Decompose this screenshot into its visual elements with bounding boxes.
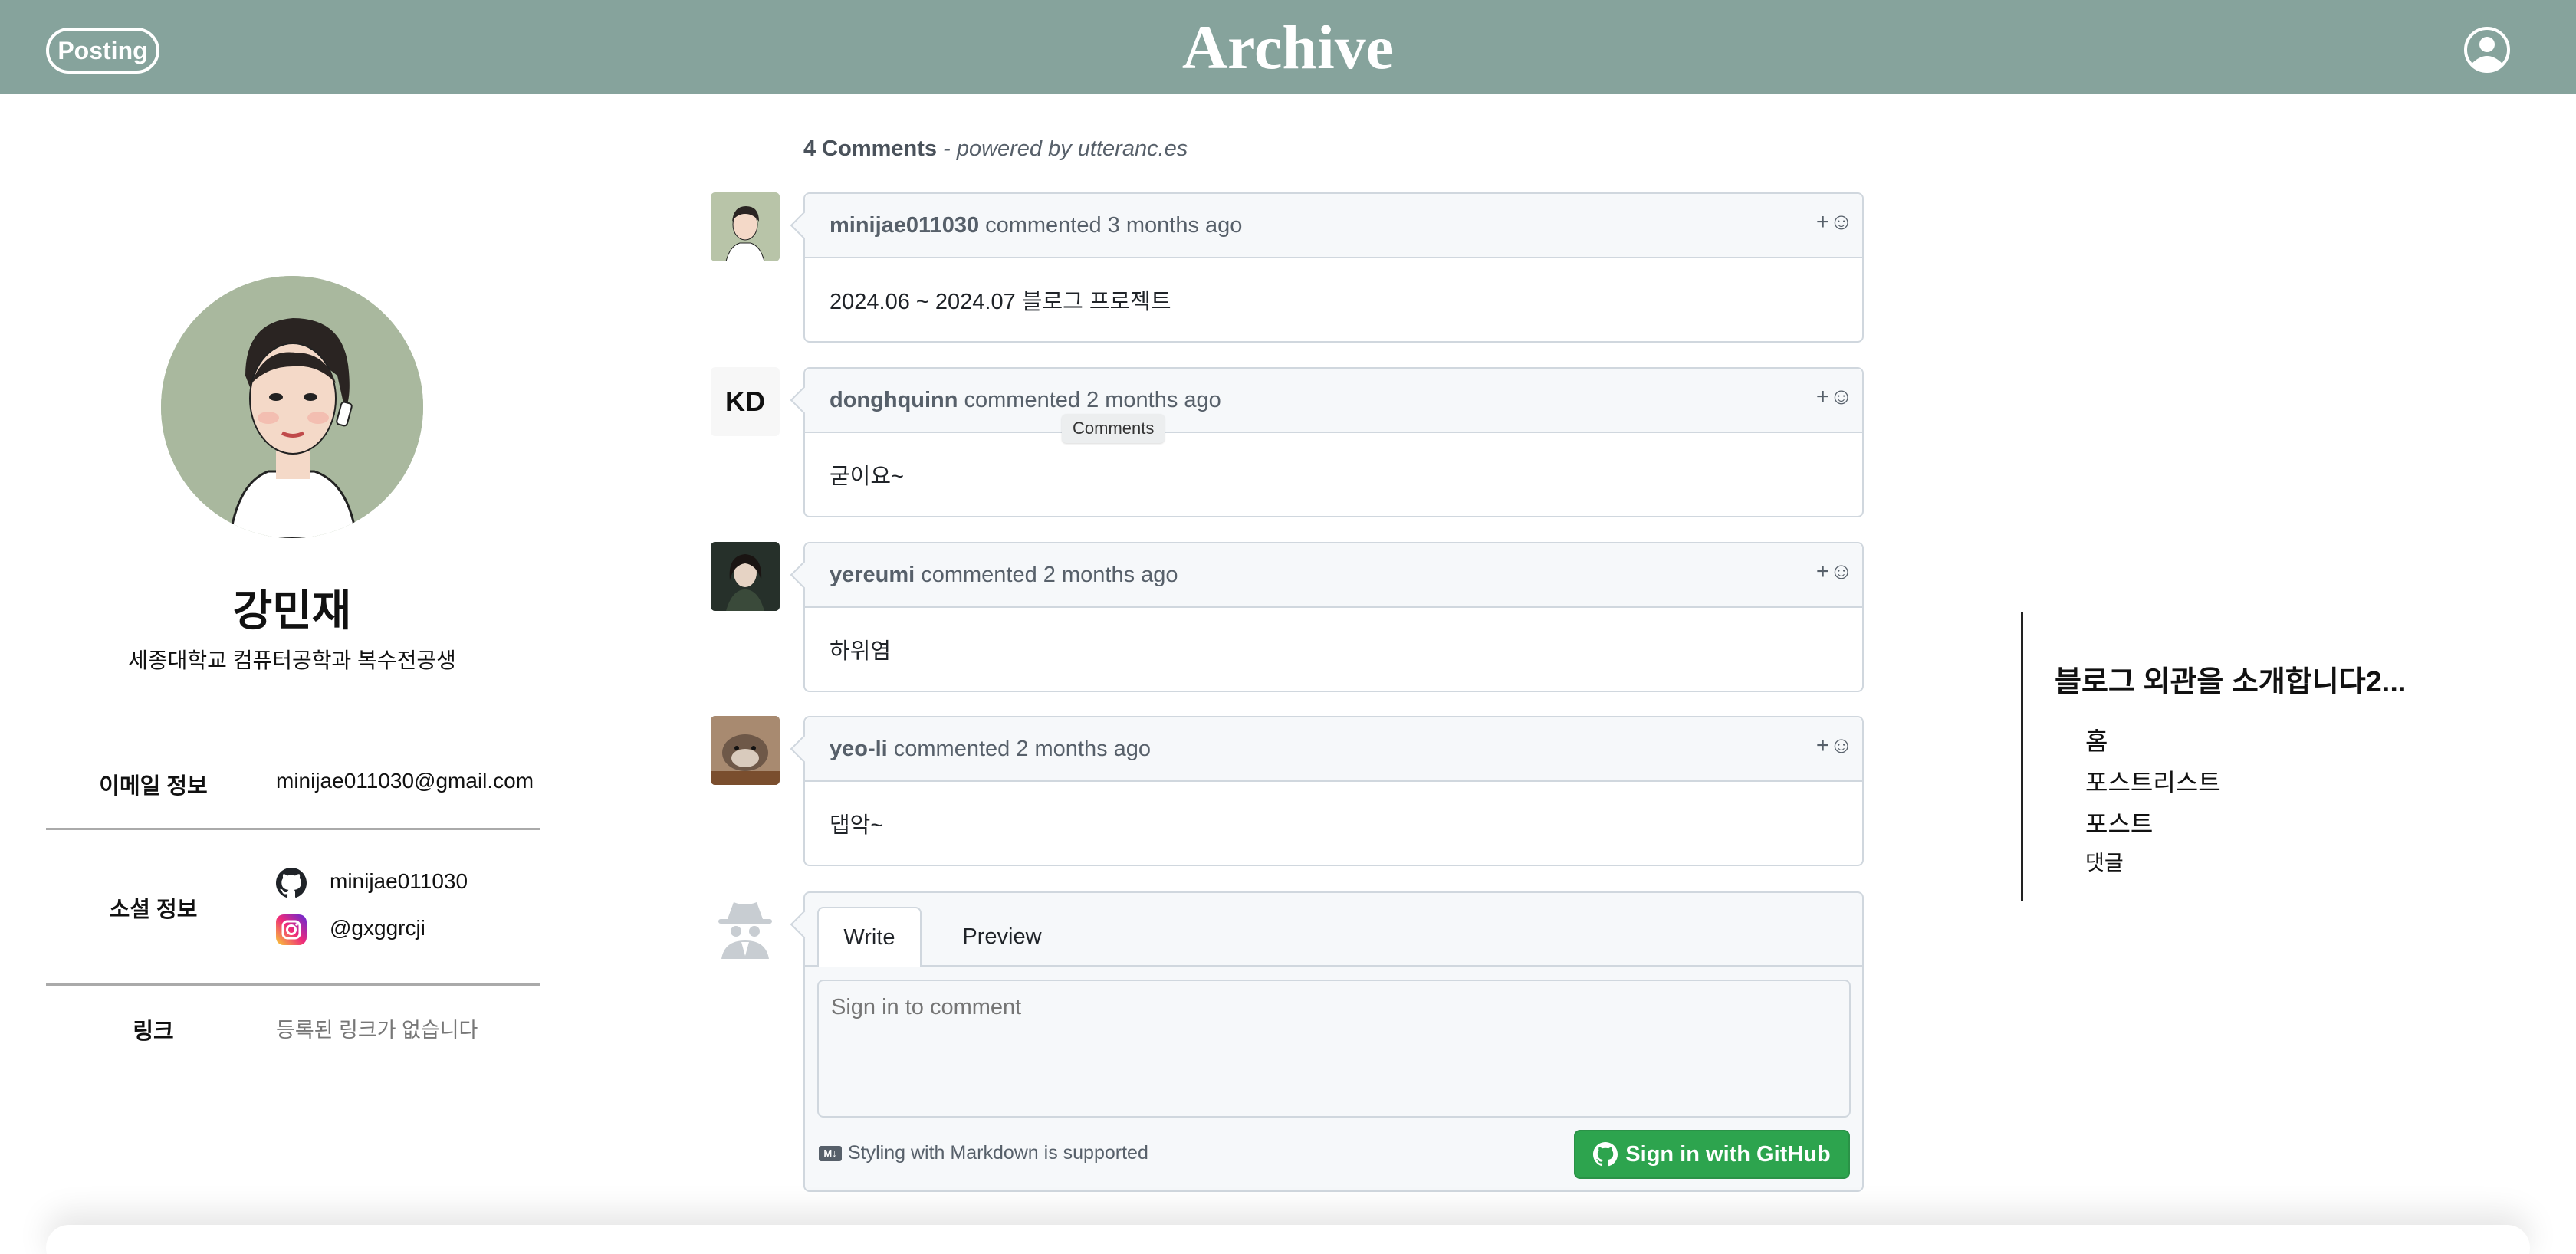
comments-count: 4 Comments xyxy=(803,136,938,161)
comment-card: yereumi commented 2 months ago +☺ 하위염 xyxy=(803,542,1864,692)
profile-name: 강민재 xyxy=(232,586,352,635)
commenter-avatar[interactable] xyxy=(711,542,780,611)
tab-preview[interactable]: Preview xyxy=(935,907,1069,967)
avatar-initials: KD xyxy=(725,386,765,417)
comment-time[interactable]: commented 2 months ago xyxy=(964,388,1221,413)
comment-header: yeo-li commented 2 months ago +☺ xyxy=(805,717,1862,782)
toc-divider xyxy=(2021,612,2023,901)
comment-textarea[interactable] xyxy=(817,980,1851,1118)
toc-item-comments[interactable]: 댓글 xyxy=(2085,846,2124,876)
comment-header: donghquinn commented 2 months ago +☺ xyxy=(805,369,1862,433)
profile-bio: 세종대학교 컴퓨터공학과 복수전공생 xyxy=(128,648,456,672)
github-handle[interactable]: minijae011030 xyxy=(330,869,468,894)
profile-avatar xyxy=(161,276,423,538)
comment-card: donghquinn commented 2 months ago +☺ 굳이요… xyxy=(803,367,1864,517)
footer-shadow xyxy=(46,1225,2530,1254)
email-label: 이메일 정보 xyxy=(99,774,208,799)
new-comment-form: Write Preview M↓ Styling with Markdown i… xyxy=(803,891,1864,1192)
add-reaction-smiley-icon[interactable]: +☺ xyxy=(1816,209,1853,235)
comment-time[interactable]: commented 2 months ago xyxy=(921,563,1178,588)
toc-item-postlist[interactable]: 포스트리스트 xyxy=(2085,763,2221,799)
social-label: 소셜 정보 xyxy=(109,898,198,922)
commenter-avatar[interactable] xyxy=(711,192,780,261)
instagram-icon[interactable] xyxy=(276,914,307,945)
markdown-note-text: Styling with Markdown is supported xyxy=(848,1142,1148,1164)
anonymous-spy-icon xyxy=(711,891,780,960)
comment-time[interactable]: commented 2 months ago xyxy=(894,737,1151,762)
add-reaction-smiley-icon[interactable]: +☺ xyxy=(1816,559,1853,585)
comment-body: 2024.06 ~ 2024.07 블로그 프로젝트 xyxy=(830,290,1171,314)
toc-item-home[interactable]: 홈 xyxy=(2085,722,2108,757)
github-icon xyxy=(1593,1142,1618,1167)
add-reaction-smiley-icon[interactable]: +☺ xyxy=(1816,384,1853,410)
powered-by[interactable]: - powered by utteranc.es xyxy=(943,136,1188,161)
top-bar: Posting Archive xyxy=(0,0,2576,94)
comment-body: 하위염 xyxy=(830,639,892,664)
divider xyxy=(46,828,540,830)
divider xyxy=(46,983,540,986)
link-label: 링크 xyxy=(133,1019,174,1044)
comment-card: yeo-li commented 2 months ago +☺ 댑악~ xyxy=(803,716,1864,866)
toc-item-post[interactable]: 포스트 xyxy=(2085,805,2153,840)
github-icon[interactable] xyxy=(276,868,307,898)
commenter-avatar[interactable] xyxy=(711,716,780,785)
comment-header: yereumi commented 2 months ago +☺ xyxy=(805,543,1862,608)
comment-author[interactable]: minijae011030 xyxy=(830,213,979,238)
comment-body: 굳이요~ xyxy=(830,465,904,489)
sign-in-github-label: Sign in with GitHub xyxy=(1625,1141,1831,1167)
comment-author[interactable]: yeo-li xyxy=(830,737,888,762)
comment-header: minijae011030 commented 3 months ago +☺ xyxy=(805,194,1862,258)
toc-title[interactable]: 블로그 외관을 소개합니다2... xyxy=(2055,658,2406,700)
markdown-icon: M↓ xyxy=(819,1145,842,1161)
link-empty-text: 등록된 링크가 없습니다 xyxy=(276,1019,478,1042)
user-circle-icon[interactable] xyxy=(2463,25,2512,74)
commenter-avatar[interactable]: KD xyxy=(711,367,780,436)
comment-author[interactable]: yereumi xyxy=(830,563,915,588)
sign-in-github-button[interactable]: Sign in with GitHub xyxy=(1574,1130,1850,1179)
site-title[interactable]: Archive xyxy=(0,9,2576,86)
comments-header: 4 Comments - powered by utteranc.es xyxy=(803,136,1188,162)
comment-time[interactable]: commented 3 months ago xyxy=(985,213,1242,238)
instagram-handle[interactable]: @gxggrcji xyxy=(330,916,426,940)
comment-author[interactable]: donghquinn xyxy=(830,388,958,413)
email-value[interactable]: minijae011030@gmail.com xyxy=(276,769,534,793)
comment-card: minijae011030 commented 3 months ago +☺ … xyxy=(803,192,1864,343)
markdown-note[interactable]: M↓ Styling with Markdown is supported xyxy=(819,1142,1148,1164)
tooltip: Comments xyxy=(1062,414,1165,443)
comment-body: 댑악~ xyxy=(830,813,884,838)
add-reaction-smiley-icon[interactable]: +☺ xyxy=(1816,733,1853,759)
tab-write[interactable]: Write xyxy=(817,907,922,967)
